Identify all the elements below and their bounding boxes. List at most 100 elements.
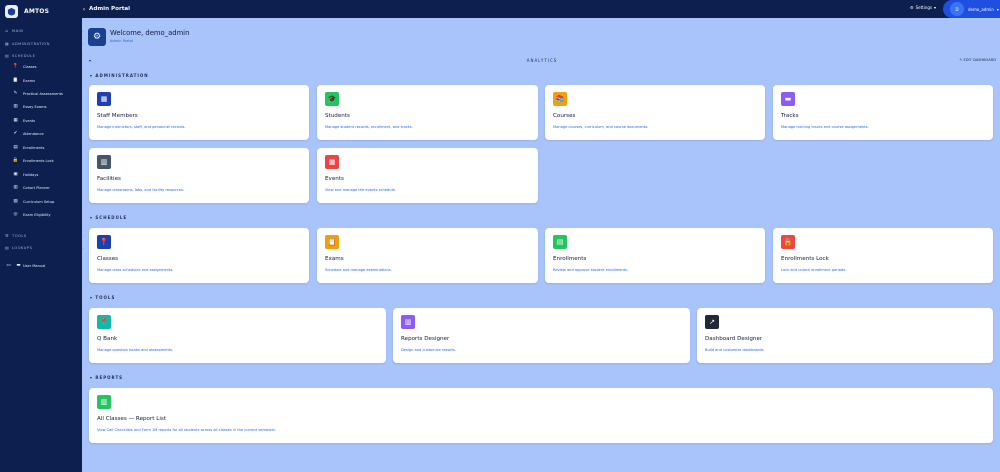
main-content: ⚙ Welcome, demo_admin Admin Portal ▾ ANA…	[82, 18, 1000, 472]
gear-icon: ⚙	[910, 5, 914, 10]
sidebar-item-essay-exams[interactable]: ▥ Essay Exams	[13, 102, 79, 111]
chevron-down-icon: ▾	[996, 6, 999, 12]
sidebar-item-events[interactable]: ▦ Events	[13, 116, 79, 125]
sidebar-item-label: Exam Eligibility	[23, 212, 51, 217]
sidebar-item-label: Curriculum Setup	[23, 199, 55, 204]
card-courses[interactable]: 📚 Courses Manage courses, curriculum, an…	[545, 85, 765, 140]
settings-dropdown[interactable]: ⚙ Settings ▾	[910, 5, 936, 10]
card-title: Q Bank	[97, 336, 118, 342]
card-title: Enrollments	[553, 256, 587, 262]
cohort-icon: ▥	[13, 185, 18, 190]
sidebar-item-label: Practical Assessments	[23, 91, 63, 96]
sidebar-item-cohort-planner[interactable]: ▥ Cohort Planner	[13, 183, 79, 192]
tracks-icon: ▬	[781, 92, 795, 106]
card-title: All Classes — Report List	[97, 416, 167, 422]
card-title: Enrollments Lock	[781, 256, 829, 262]
card-title: Events	[325, 176, 344, 182]
sidebar-item-exam-eligibility[interactable]: ◎ Exam Eligibility	[13, 210, 79, 219]
clipboard-icon: 📋	[325, 235, 339, 249]
card-tracks[interactable]: ▬ Tracks Manage training tracks and cour…	[773, 85, 993, 140]
table-icon: ▤	[5, 245, 10, 250]
books-icon: 📚	[553, 92, 567, 106]
card-title: Courses	[553, 113, 576, 119]
sidebar-item-label: Essay Exams	[23, 104, 47, 109]
topbar: ‹ Admin Portal ⚙ Settings ▾ D demo_admin…	[82, 0, 1000, 18]
card-reports-designer[interactable]: ▥ Reports Designer Design and customize …	[393, 308, 690, 363]
sidebar-item-label: Holidays	[23, 172, 39, 177]
back-chevron-icon[interactable]: ‹	[80, 6, 88, 13]
staff-icon: ▦	[97, 92, 111, 106]
sidebar-item-classes[interactable]: 📍 Classes	[13, 62, 79, 71]
chart-icon: ▥	[401, 315, 415, 329]
card-classes[interactable]: 📍 Classes Manage class schedules and ass…	[89, 228, 309, 283]
card-q-bank[interactable]: 📍 Q Bank Manage question banks and asses…	[89, 308, 386, 363]
card-description: View Call Checklists and Form 1M reports…	[97, 428, 276, 432]
user-menu[interactable]: D demo_admin ▾	[943, 0, 1000, 18]
card-staff-members[interactable]: ▦ Staff Members Manage instructors, staf…	[89, 85, 309, 140]
lock-icon: 🔒	[12, 158, 19, 163]
sidebar-section-lookups[interactable]: ▤ LOOKUPS ⌄	[0, 243, 85, 252]
page-title: Admin Portal	[89, 6, 131, 12]
sidebar-item-attendance[interactable]: ✔ Attendance	[13, 129, 79, 138]
card-description: Manage class schedules and assignments.	[97, 268, 174, 272]
sidebar-item-label: User Manual	[23, 263, 46, 268]
sidebar-item-curriculum-setup[interactable]: ▧ Curriculum Setup	[13, 197, 79, 206]
card-description: Manage student records, enrollment, and …	[325, 125, 413, 129]
card-description: Manage classrooms, labs, and facility re…	[97, 188, 185, 192]
manual-icon: ▬	[16, 263, 21, 268]
card-title: Staff Members	[97, 113, 138, 119]
sidebar-section-main[interactable]: ⌂ MAIN ⌄	[0, 26, 84, 35]
sidebar-section-label: SCHEDULE	[12, 53, 36, 58]
welcome-header: ⚙ Welcome, demo_admin Admin Portal	[88, 28, 189, 46]
sidebar-section-label: LOOKUPS	[12, 245, 33, 250]
section-header-schedule[interactable]: ▾ SCHEDULE	[90, 215, 127, 220]
document-icon: ▥	[13, 104, 18, 109]
card-description: Manage question banks and assessments.	[97, 348, 174, 352]
card-enrollments[interactable]: ▤ Enrollments Review and approve student…	[545, 228, 765, 283]
card-description: Lock and unlock enrollment periods.	[781, 268, 847, 272]
brand[interactable]: AMTOS	[0, 0, 82, 22]
sidebar-item-enrollments-lock[interactable]: 🔒 Enrollments Lock	[13, 156, 79, 165]
section-header-tools[interactable]: ▾ TOOLS	[90, 295, 115, 300]
sidebar-item-holidays[interactable]: ▣ Holidays	[13, 170, 79, 179]
section-header-reports[interactable]: ▾ REPORTS	[90, 375, 123, 380]
settings-icon: ▧	[13, 199, 18, 204]
card-facilities[interactable]: ▥ Facilities Manage classrooms, labs, an…	[89, 148, 309, 203]
sidebar-item-enrollments[interactable]: ▤ Enrollments	[13, 143, 79, 152]
pin-icon: 📍	[97, 315, 111, 329]
sidebar-section-label: MAIN	[12, 28, 24, 33]
section-header-administration[interactable]: ▾ ADMINISTRATION	[90, 73, 149, 78]
sidebar-item-user-manual[interactable]: ▭ ▬ User Manual	[6, 261, 72, 270]
card-description: Manage instructors, staff, and personnel…	[97, 125, 186, 129]
building-icon: ▥	[97, 155, 111, 169]
sidebar-section-administration[interactable]: ▦ ADMINISTRATION ⌄	[0, 39, 85, 48]
card-all-classes-report-list[interactable]: ▥ All Classes — Report List View Call Ch…	[89, 388, 993, 443]
sidebar-item-practical-assessments[interactable]: ✎ Practical Assessments	[13, 89, 79, 98]
grid-icon: ▦	[5, 41, 10, 46]
card-description: Review and approve student enrollments.	[553, 268, 629, 272]
card-description: Build and customize dashboards.	[705, 348, 765, 352]
card-title: Tracks	[781, 113, 799, 119]
card-title: Students	[325, 113, 350, 119]
sidebar-section-schedule[interactable]: ▤ SCHEDULE ⌃	[0, 51, 85, 60]
card-description: Design and customize reports.	[401, 348, 456, 352]
edit-dashboard-button[interactable]: ✎ EDIT DASHBOARD	[959, 58, 996, 62]
card-students[interactable]: 🎓 Students Manage student records, enrol…	[317, 85, 538, 140]
calendar-icon: ▤	[5, 53, 10, 58]
sidebar-item-label: Attendance	[23, 131, 44, 136]
sidebar-item-label: Events	[23, 118, 36, 123]
book-icon: ▭	[6, 263, 11, 268]
sidebar-item-label: Enrollments	[23, 145, 45, 150]
gear-icon: ⚙	[88, 28, 106, 46]
analytics-label[interactable]: ANALYTICS	[88, 58, 996, 63]
card-events[interactable]: ▦ Events View and manage the events sche…	[317, 148, 538, 203]
pencil-icon: ✎	[959, 58, 963, 62]
sidebar-section-tools[interactable]: ⚒ TOOLS ⌄	[0, 231, 85, 240]
card-description: Manage training tracks and course assign…	[781, 125, 869, 129]
card-enrollments-lock[interactable]: 🔒 Enrollments Lock Lock and unlock enrol…	[773, 228, 993, 283]
sidebar-item-exams[interactable]: 📋 Exams	[13, 76, 79, 85]
clipboard-icon: 📋	[12, 78, 19, 83]
card-dashboard-designer[interactable]: ↗ Dashboard Designer Build and customize…	[697, 308, 993, 363]
sidebar-item-label: Exams	[23, 78, 35, 83]
card-exams[interactable]: 📋 Exams Schedule and manage examinations…	[317, 228, 538, 283]
